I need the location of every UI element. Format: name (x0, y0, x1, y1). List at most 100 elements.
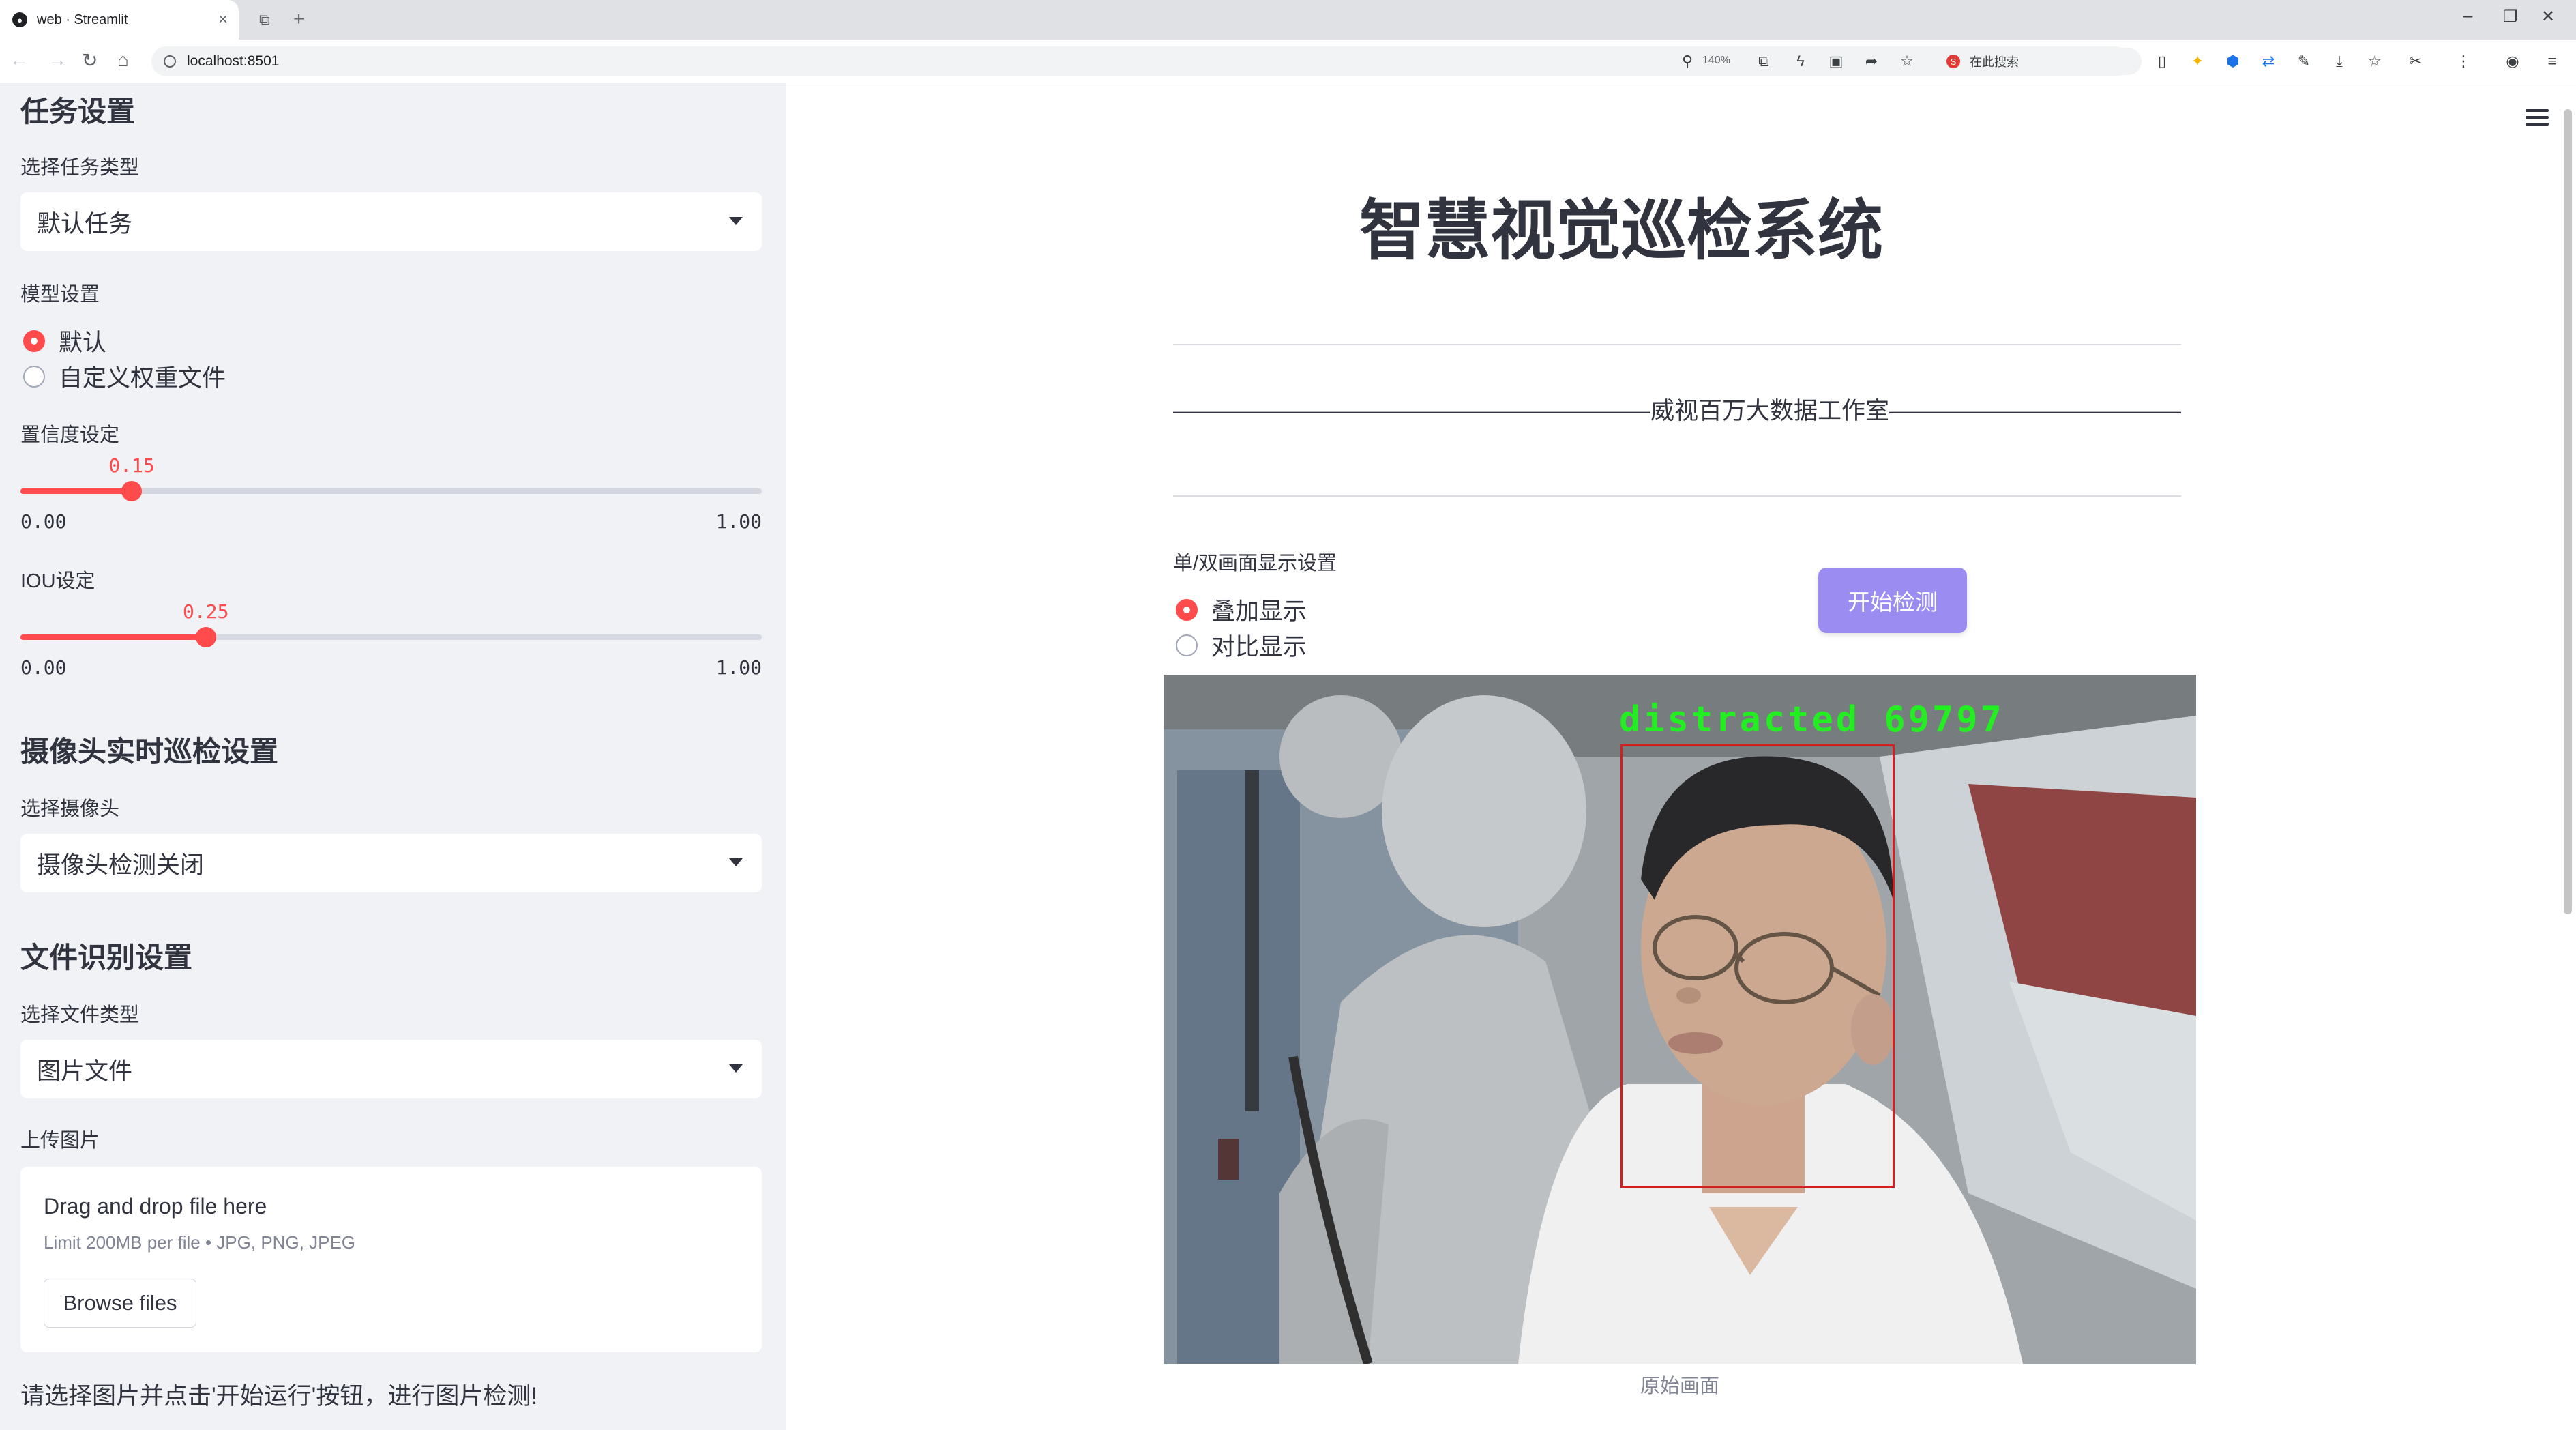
close-tab-icon[interactable]: × (218, 10, 228, 29)
file-type-label: 选择文件类型 (20, 1004, 140, 1026)
close-window-icon[interactable]: ✕ (2541, 7, 2555, 27)
start-detection-button[interactable]: 开始检测 (1818, 568, 1967, 633)
browser-tab[interactable]: ● web · Streamlit × (0, 0, 239, 40)
confidence-max: 1.00 (715, 510, 762, 533)
new-tab-icon[interactable]: + (293, 8, 304, 30)
restore-icon[interactable]: ❐ (2503, 7, 2518, 27)
camera-select-label: 选择摄像头 (20, 798, 120, 820)
chevron-down-icon (729, 217, 743, 225)
model-option-label: 自定义权重文件 (59, 365, 226, 392)
camera-settings-heading: 摄像头实时巡检设置 (20, 735, 279, 768)
display-option-label: 叠加显示 (1211, 598, 1307, 625)
radio-unchecked-icon[interactable] (23, 365, 45, 388)
avatar[interactable]: ◉ (2504, 53, 2521, 70)
screenshot-icon[interactable]: ▣ (1828, 53, 1844, 70)
forward-icon[interactable]: → (48, 49, 67, 71)
camera-select-value: 摄像头检测关闭 (37, 851, 205, 879)
zoom-icon[interactable]: ⚲ (1679, 53, 1696, 70)
more-icon[interactable]: ⋮ (2455, 53, 2472, 70)
minimize-icon[interactable]: – (2463, 7, 2472, 26)
task-type-label: 选择任务类型 (20, 157, 140, 179)
task-type-value: 默认任务 (37, 210, 133, 237)
slider-thumb[interactable] (195, 627, 216, 647)
camera-frame-image: distracted 69797 (1164, 675, 2196, 1364)
detection-bounding-box (1620, 744, 1895, 1188)
hamburger-menu-icon[interactable] (2526, 109, 2549, 127)
file-type-select[interactable]: 图片文件 (20, 1040, 762, 1098)
iou-value: 0.25 (183, 600, 229, 623)
camera-select[interactable]: 摄像头检测关闭 (20, 834, 762, 892)
menu-icon[interactable]: ≡ (2544, 53, 2560, 70)
confidence-min: 0.00 (20, 510, 67, 533)
divider (1173, 495, 2181, 497)
extension-icon[interactable]: ✦ (2189, 53, 2206, 70)
streamlit-app: 任务设置 选择任务类型 默认任务 模型设置 默认 自定义权重文件 置信度设定 0… (0, 83, 2576, 1430)
model-option-custom[interactable]: 自定义权重文件 (23, 359, 226, 394)
sync-icon[interactable]: ⇄ (2260, 53, 2277, 70)
dropzone-limit: Limit 200MB per file • JPG, PNG, JPEG (44, 1232, 356, 1253)
confidence-slider[interactable] (20, 481, 762, 501)
iou-slider[interactable] (20, 627, 762, 647)
download-icon[interactable]: ⤓ (2331, 53, 2348, 70)
slider-fill (20, 488, 132, 494)
file-uploader-dropzone[interactable]: Drag and drop file here Limit 200MB per … (20, 1167, 762, 1352)
studio-line: ————————————————————威视百万大数据工作室——————————… (1173, 398, 2181, 424)
iou-label: IOU设定 (20, 570, 95, 592)
search-placeholder: 在此搜索 (1970, 55, 2019, 69)
share-icon[interactable]: ➦ (1863, 53, 1880, 70)
iou-max: 1.00 (715, 656, 762, 679)
puzzle-icon[interactable]: ⬢ (2225, 53, 2241, 70)
site-info-icon[interactable] (164, 55, 176, 68)
dropzone-title: Drag and drop file here (44, 1194, 267, 1219)
display-option-compare[interactable]: 对比显示 (1176, 628, 1307, 662)
display-option-label: 对比显示 (1211, 634, 1307, 660)
back-icon[interactable]: ← (10, 49, 29, 71)
display-option-overlay[interactable]: 叠加显示 (1176, 592, 1307, 627)
model-settings-label: 模型设置 (20, 284, 100, 306)
favorites-icon[interactable]: ☆ (2367, 53, 2383, 70)
browse-files-button[interactable]: Browse files (44, 1279, 196, 1328)
task-type-select[interactable]: 默认任务 (20, 192, 762, 251)
scissors-icon[interactable]: ✂ (2408, 53, 2424, 70)
model-option-label: 默认 (59, 330, 107, 356)
streamlit-icon: ● (12, 12, 27, 27)
home-icon[interactable]: ⌂ (117, 49, 129, 71)
detection-label: distracted 69797 (1619, 699, 2004, 740)
tab-bar: ● web · Streamlit × ⧉ + – ❐ ✕ (0, 0, 2576, 40)
slider-fill (20, 634, 206, 640)
sidebar: 任务设置 选择任务类型 默认任务 模型设置 默认 自定义权重文件 置信度设定 0… (0, 83, 786, 1430)
browser-toolbar: ← → ↻ ⌂ localhost:8501 ⚲ 140% ⧉ ϟ ▣ ➦ ☆ … (0, 40, 2576, 83)
model-option-default[interactable]: 默认 (23, 323, 106, 358)
lightning-icon[interactable]: ϟ (1792, 53, 1809, 70)
sidebar-hint: 请选择图片并点击'开始运行'按钮，进行图片检测! (20, 1383, 538, 1410)
slider-thumb[interactable] (121, 481, 143, 501)
scrollbar[interactable] (2564, 109, 2572, 914)
file-settings-heading: 文件识别设置 (20, 942, 193, 974)
search-engine-icon: S (1946, 55, 1960, 68)
radio-unchecked-icon[interactable] (1176, 634, 1198, 656)
tab-group-icon[interactable]: ⧉ (259, 11, 270, 29)
radio-checked-icon[interactable] (1176, 598, 1198, 621)
iou-min: 0.00 (20, 656, 67, 679)
pen-icon[interactable]: ✎ (2296, 53, 2312, 70)
tab-title: web · Streamlit (37, 12, 128, 27)
main-content: 智慧视觉巡检系统 ————————————————————威视百万大数据工作室—… (786, 83, 2576, 1430)
chevron-down-icon (729, 858, 743, 866)
translate-icon[interactable]: ⧉ (1756, 53, 1772, 70)
reload-icon[interactable]: ↻ (82, 49, 98, 72)
divider (1173, 344, 2181, 345)
search-box[interactable]: S 在此搜索 (1937, 48, 2142, 75)
upload-label: 上传图片 (20, 1130, 100, 1152)
browser-window: ● web · Streamlit × ⧉ + – ❐ ✕ ← → ↻ ⌂ lo… (0, 0, 2576, 1430)
file-type-value: 图片文件 (37, 1057, 133, 1085)
confidence-value: 0.15 (108, 454, 155, 477)
confidence-label: 置信度设定 (20, 424, 120, 446)
url-text: localhost:8501 (187, 53, 280, 69)
image-caption: 原始画面 (1640, 1375, 1719, 1397)
page-title: 智慧视觉巡检系统 (1359, 194, 1883, 267)
phone-icon[interactable]: ▯ (2154, 53, 2170, 70)
display-setting-label: 单/双画面显示设置 (1173, 553, 1337, 574)
bookmark-star-icon[interactable]: ☆ (1899, 53, 1915, 70)
radio-checked-icon[interactable] (23, 330, 45, 352)
chevron-down-icon (729, 1064, 743, 1072)
